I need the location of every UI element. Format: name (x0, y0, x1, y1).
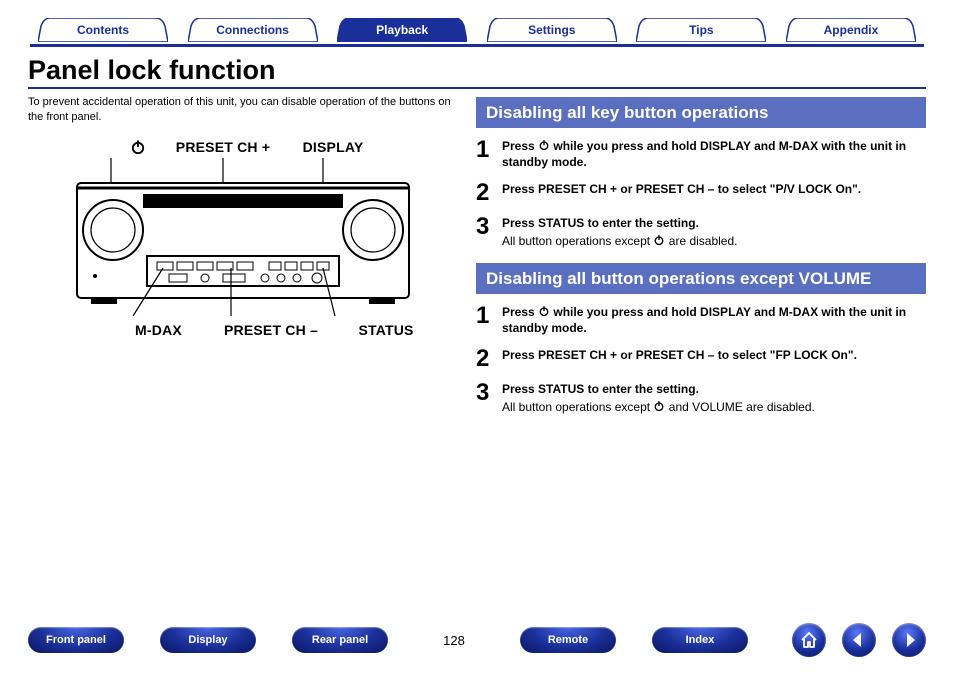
step-number: 3 (476, 381, 502, 415)
tab-tips[interactable]: Tips (636, 18, 766, 42)
nav-index[interactable]: Index (652, 627, 748, 653)
tab-appendix[interactable]: Appendix (786, 18, 916, 42)
nav-rear-panel[interactable]: Rear panel (292, 627, 388, 653)
nav-front-panel[interactable]: Front panel (28, 627, 124, 653)
step-text: Press while you press and hold DISPLAY a… (502, 304, 926, 336)
intro-text: To prevent accidental operation of this … (28, 95, 458, 125)
tab-contents[interactable]: Contents (38, 18, 168, 42)
back-icon[interactable] (842, 623, 876, 657)
step-text: Press while you press and hold DISPLAY a… (502, 138, 926, 170)
step-text: Press PRESET CH + or PRESET CH – to sele… (502, 181, 926, 197)
device-diagram: PRESET CH + DISPLAY (28, 139, 458, 338)
bottom-nav: Front panel Display Rear panel 128 Remot… (28, 623, 926, 657)
label-preset-ch-minus: PRESET CH – (201, 322, 341, 338)
tab-underline (30, 44, 924, 47)
step-number: 3 (476, 215, 502, 249)
step: 3 Press STATUS to enter the setting. All… (476, 215, 926, 249)
step: 2 Press PRESET CH + or PRESET CH – to se… (476, 347, 926, 371)
tab-connections[interactable]: Connections (188, 18, 318, 42)
step: 1 Press while you press and hold DISPLAY… (476, 304, 926, 336)
nav-remote[interactable]: Remote (520, 627, 616, 653)
tab-settings[interactable]: Settings (487, 18, 617, 42)
step-number: 1 (476, 138, 502, 170)
section-heading-2: Disabling all button operations except V… (476, 263, 926, 294)
step: 1 Press while you press and hold DISPLAY… (476, 138, 926, 170)
step: 2 Press PRESET CH + or PRESET CH – to se… (476, 181, 926, 205)
tab-label: Appendix (824, 23, 879, 37)
page-number: 128 (424, 633, 484, 648)
tab-label: Settings (528, 23, 575, 37)
forward-icon[interactable] (892, 623, 926, 657)
label-display: DISPLAY (288, 139, 378, 156)
step-subtext: All button operations except are disable… (502, 233, 926, 249)
tab-label: Connections (216, 23, 289, 37)
tab-label: Playback (376, 23, 428, 37)
step: 3 Press STATUS to enter the setting. All… (476, 381, 926, 415)
section-heading-1: Disabling all key button operations (476, 97, 926, 128)
step-text: Press STATUS to enter the setting. (502, 215, 926, 231)
tab-playback[interactable]: Playback (337, 18, 467, 42)
home-icon[interactable] (792, 623, 826, 657)
nav-display[interactable]: Display (160, 627, 256, 653)
tab-label: Contents (77, 23, 129, 37)
label-m-dax: M-DAX (116, 322, 201, 338)
page-title: Panel lock function (28, 55, 926, 86)
title-underline (28, 87, 926, 89)
step-subtext: All button operations except and VOLUME … (502, 399, 926, 415)
tab-label: Tips (689, 23, 713, 37)
top-tabs: Contents Connections Playback Settings T… (28, 18, 926, 44)
step-text: Press PRESET CH + or PRESET CH – to sele… (502, 347, 926, 363)
step-number: 1 (476, 304, 502, 336)
label-status: STATUS (341, 322, 431, 338)
step-text: Press STATUS to enter the setting. (502, 381, 926, 397)
device-illustration (73, 158, 413, 318)
power-icon (118, 139, 158, 156)
step-number: 2 (476, 181, 502, 205)
label-preset-ch-plus: PRESET CH + (158, 139, 288, 156)
step-number: 2 (476, 347, 502, 371)
